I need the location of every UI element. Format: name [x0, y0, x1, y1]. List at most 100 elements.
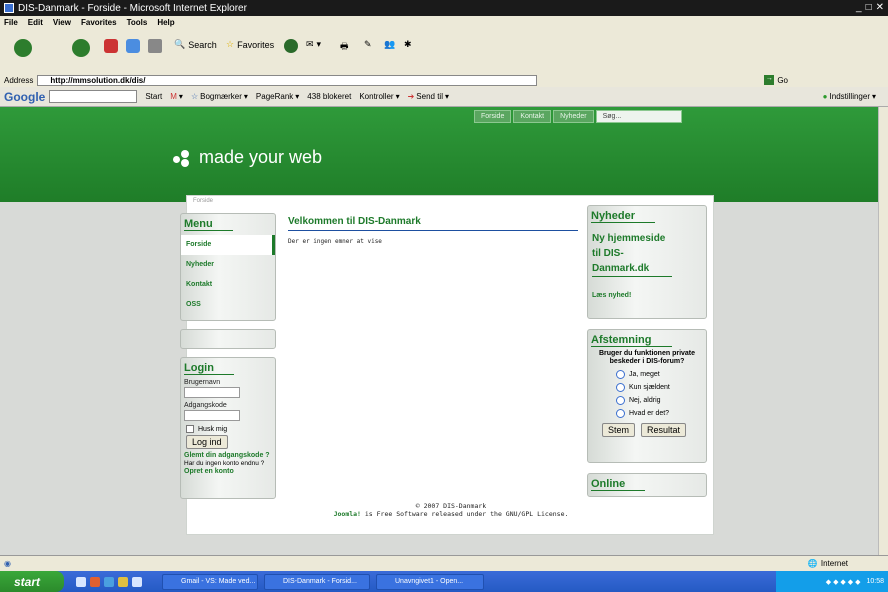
- remember-checkbox[interactable]: [186, 425, 194, 433]
- start-button[interactable]: start: [0, 571, 64, 592]
- star-icon: ☆: [226, 39, 235, 49]
- read-news-link[interactable]: Læs nyhed!: [592, 292, 631, 299]
- content-card: Forside Menu Forside Nyheder Kontakt OSS…: [180, 195, 715, 535]
- quicklaunch-icon[interactable]: [90, 576, 100, 587]
- news-title: Nyheder: [591, 210, 656, 223]
- quicklaunch-icon[interactable]: [76, 576, 86, 587]
- content-tab[interactable]: Forside: [193, 198, 213, 204]
- site-logo[interactable]: made your web: [173, 147, 322, 168]
- page-scrollbar[interactable]: [878, 107, 888, 555]
- history-button[interactable]: [284, 39, 298, 53]
- quicklaunch-icon[interactable]: [104, 576, 114, 587]
- news-headline[interactable]: Ny hjemmeside til DIS-Danmark.dk: [592, 231, 672, 277]
- google-settings[interactable]: ● Indstillinger ▾: [823, 92, 876, 101]
- menu-favorites[interactable]: Favorites: [81, 18, 117, 27]
- google-bookmarks[interactable]: ☆ Bogmærker ▾: [191, 92, 248, 101]
- forgot-password-link[interactable]: Glemt din adgangskode ?: [184, 452, 270, 459]
- ie-icon: [4, 3, 14, 13]
- results-button[interactable]: Resultat: [641, 423, 687, 437]
- menu-edit[interactable]: Edit: [28, 18, 43, 27]
- main-text: Der er ingen emner at vise: [288, 238, 382, 245]
- minimize-icon[interactable]: _: [856, 2, 862, 13]
- window-title: DIS-Danmark - Forside - Microsoft Intern…: [18, 2, 247, 14]
- search-icon: 🔍: [174, 39, 186, 49]
- messenger-button[interactable]: 👥: [384, 39, 395, 50]
- print-button[interactable]: 🖶: [340, 39, 349, 55]
- quicklaunch-icon[interactable]: [118, 576, 128, 587]
- quicklaunch-icon[interactable]: [132, 576, 142, 587]
- stop-button[interactable]: [104, 39, 118, 53]
- site-topnav: Forside Kontakt Nyheder Søg...: [474, 110, 682, 123]
- maximize-icon[interactable]: □: [866, 2, 872, 13]
- tray-icons[interactable]: ◆ ◆ ◆ ◆ ◆: [826, 578, 861, 586]
- mail-button[interactable]: ✉ ▾: [306, 39, 321, 50]
- go-arrow-icon: →: [764, 75, 775, 85]
- topnav-kontakt[interactable]: Kontakt: [513, 110, 552, 123]
- poll-option[interactable]: Hvad er det?: [616, 409, 706, 418]
- topnav-nyheder[interactable]: Nyheder: [553, 110, 594, 123]
- print-icon: 🖶: [340, 41, 349, 51]
- menu-box: Menu Forside Nyheder Kontakt OSS: [180, 213, 276, 321]
- create-account-link[interactable]: Opret en konto: [184, 468, 234, 475]
- settings-icon: ●: [822, 92, 828, 101]
- back-button[interactable]: [14, 39, 32, 57]
- menu-item-kontakt[interactable]: Kontakt: [181, 275, 275, 295]
- refresh-button[interactable]: [126, 39, 140, 53]
- home-button[interactable]: [148, 39, 162, 53]
- menu-item-oss[interactable]: OSS: [181, 295, 275, 315]
- address-input[interactable]: http://mmsolution.dk/dis/: [37, 74, 538, 86]
- edit-button[interactable]: ✎: [364, 39, 372, 50]
- address-label: Address: [4, 75, 34, 85]
- username-input[interactable]: [184, 387, 240, 398]
- menu-item-forside[interactable]: Forside: [181, 235, 275, 255]
- google-start[interactable]: Start: [145, 92, 162, 101]
- topnav-forside[interactable]: Forside: [474, 110, 512, 123]
- go-button[interactable]: → Go: [764, 75, 788, 85]
- menu-title: Menu: [184, 218, 233, 231]
- google-logo[interactable]: Google: [4, 90, 45, 104]
- poll-option[interactable]: Nej, aldrig: [616, 396, 706, 405]
- menu-help[interactable]: Help: [157, 18, 174, 27]
- joomla-link[interactable]: Joomla!: [334, 510, 361, 518]
- task-openoffice[interactable]: Unavngivet1 - Open...: [376, 573, 484, 590]
- logo-dots-icon: [173, 148, 195, 168]
- menu-item-nyheder[interactable]: Nyheder: [181, 255, 275, 275]
- window-titlebar: DIS-Danmark - Forside - Microsoft Intern…: [0, 0, 888, 16]
- menu-tools[interactable]: Tools: [127, 18, 148, 27]
- no-account-text: Har du ingen konto endnu ?: [184, 460, 265, 467]
- google-send-to[interactable]: ➔ Send til ▾: [408, 92, 449, 101]
- login-button[interactable]: Log ind: [186, 435, 228, 449]
- security-zone: 🌐 Internet: [808, 559, 848, 568]
- vote-button[interactable]: Stem: [602, 423, 636, 437]
- poll-option[interactable]: Kun sjældent: [616, 383, 706, 392]
- site-footer: © 2007 DIS-Danmark Joomla! is Free Softw…: [187, 502, 715, 518]
- messenger-icon: 👥: [384, 39, 396, 49]
- site-search-input[interactable]: Søg...: [595, 110, 682, 123]
- page-viewport: Forside Kontakt Nyheder Søg... made your…: [0, 107, 888, 555]
- poll-option[interactable]: Ja, meget: [616, 370, 706, 379]
- remember-label: Husk mig: [198, 425, 228, 433]
- menu-file[interactable]: File: [4, 18, 18, 27]
- favorites-button[interactable]: ☆ Favorites: [226, 39, 274, 50]
- search-button[interactable]: 🔍 Search: [174, 39, 217, 50]
- google-gmail[interactable]: M ▾: [170, 92, 183, 101]
- browser-toolbar: 🔍 Search ☆ Favorites ✉ ▾ 🖶 ✎ 👥 ✱: [0, 29, 888, 73]
- google-search-input[interactable]: [49, 90, 138, 103]
- google-spellcheck[interactable]: Kontroller ▾: [359, 92, 399, 101]
- menu-view[interactable]: View: [53, 18, 71, 27]
- password-input[interactable]: [184, 410, 240, 421]
- google-pagerank[interactable]: PageRank ▾: [256, 92, 299, 101]
- discuss-button[interactable]: ✱: [404, 39, 412, 50]
- radio-icon: [616, 370, 625, 379]
- task-dis-danmark[interactable]: DIS-Danmark - Forsid...: [264, 573, 370, 590]
- search-label: Search: [188, 39, 217, 50]
- discuss-icon: ✱: [404, 39, 412, 49]
- task-gmail[interactable]: Gmail - VS: Made ved...: [162, 573, 258, 590]
- send-arrow-icon: ➔: [407, 92, 415, 101]
- gmail-icon: M: [170, 92, 177, 101]
- forward-button[interactable]: [72, 39, 90, 57]
- main-heading: Velkommen til DIS-Danmark: [288, 216, 578, 231]
- google-popup-blocker[interactable]: 438 blokeret: [307, 92, 351, 101]
- footer-copyright: © 2007 DIS-Danmark: [415, 502, 487, 510]
- close-icon[interactable]: ✕: [876, 2, 884, 13]
